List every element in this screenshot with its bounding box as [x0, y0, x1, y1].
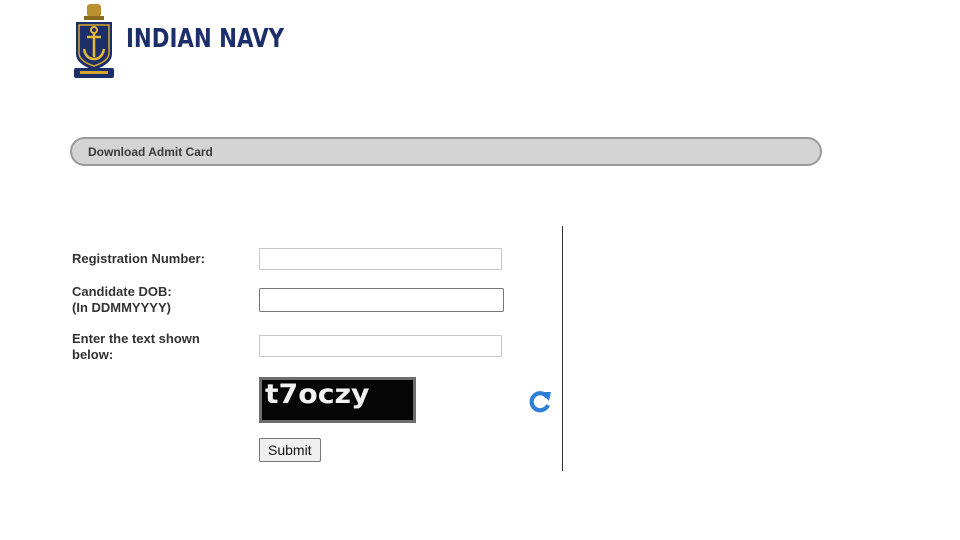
captcha-image-text: t7oczy: [265, 379, 370, 410]
site-logo[interactable]: INDIAN NAVY: [70, 2, 319, 82]
section-title-bar: Download Admit Card: [70, 137, 822, 166]
brand-name: INDIAN NAVY: [126, 24, 285, 54]
captcha-label: Enter the text shown below:: [72, 331, 200, 363]
captcha-input[interactable]: [259, 335, 502, 357]
dob-label-line1: Candidate DOB:: [72, 284, 172, 299]
captcha-label-line1: Enter the text shown: [72, 331, 200, 346]
page: INDIAN NAVY Download Admit Card Registra…: [0, 0, 960, 540]
submit-button[interactable]: Submit: [259, 438, 321, 462]
refresh-icon[interactable]: [527, 388, 553, 414]
registration-number-input[interactable]: [259, 248, 502, 270]
vertical-divider: [562, 226, 563, 471]
dob-label-line2: (In DDMMYYYY): [72, 300, 171, 315]
section-title: Download Admit Card: [88, 145, 213, 159]
captcha-label-line2: below:: [72, 347, 114, 362]
captcha-image: t7oczy: [259, 377, 416, 423]
navy-crest-icon: [74, 4, 114, 78]
dob-input[interactable]: [259, 288, 504, 312]
dob-label: Candidate DOB: (In DDMMYYYY): [72, 284, 172, 316]
registration-number-label: Registration Number:: [72, 251, 205, 266]
